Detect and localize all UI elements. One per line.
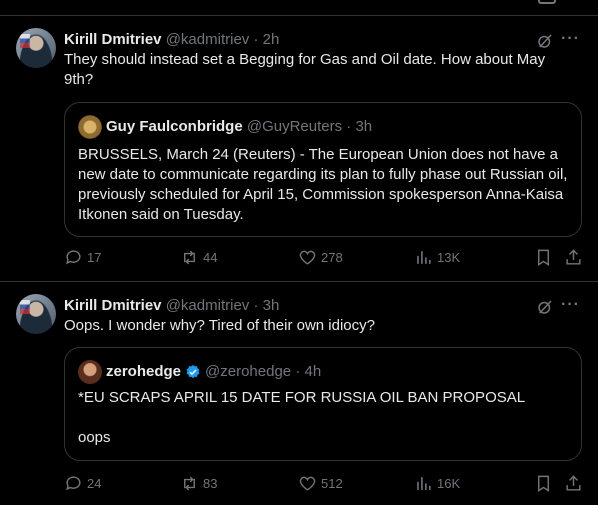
author-name[interactable]: Kirill Dmitriev xyxy=(64,31,162,48)
verified-badge-icon xyxy=(186,365,200,379)
like-count: 512 xyxy=(321,476,343,491)
reply-button[interactable]: 24 xyxy=(64,474,101,493)
quoted-tweet-text: BRUSSELS, March 24 (Reuters) - The Europ… xyxy=(78,146,568,223)
author-handle[interactable]: @kadmitriev xyxy=(166,31,250,48)
separator-dot: · xyxy=(253,297,259,314)
more-options-button[interactable]: ··· xyxy=(561,30,580,48)
repost-count: 44 xyxy=(203,250,218,265)
bookmark-icon xyxy=(538,249,549,266)
reply-button[interactable]: 17 xyxy=(64,248,101,267)
flag-icon xyxy=(20,34,30,48)
like-count: 278 xyxy=(321,250,343,265)
quoted-tweet-header: zerohedge @zerohedge · 4h xyxy=(78,360,321,384)
share-button[interactable] xyxy=(564,474,587,493)
heart-icon xyxy=(299,476,316,491)
share-icon xyxy=(566,475,581,491)
repost-icon xyxy=(184,476,195,491)
author-name[interactable]: Kirill Dmitriev xyxy=(64,297,162,314)
grok-icon[interactable] xyxy=(536,32,554,50)
quoted-tweet[interactable]: Guy Faulconbridge @GuyReuters · 3h BRUSS… xyxy=(64,102,582,237)
grok-icon[interactable] xyxy=(536,298,554,316)
author-handle[interactable]: @kadmitriev xyxy=(166,297,250,314)
views-count: 16K xyxy=(437,476,461,491)
quoted-timestamp: 3h xyxy=(355,118,373,135)
bookmark-icon xyxy=(538,475,549,492)
tweet-actions: 24 83 512 16K xyxy=(64,474,584,494)
repost-button[interactable]: 83 xyxy=(180,474,217,493)
tweet[interactable]: Kirill Dmitriev @kadmitriev · 2h ··· The… xyxy=(0,16,598,282)
tweet-text: They should instead set a Begging for Ga… xyxy=(64,51,546,88)
avatar[interactable] xyxy=(16,28,56,68)
flag-icon xyxy=(20,300,30,314)
views-button[interactable]: 16K xyxy=(414,474,460,493)
quoted-author-handle: @GuyReuters xyxy=(246,118,343,135)
repost-button[interactable]: 44 xyxy=(180,248,217,267)
avatar[interactable] xyxy=(16,294,56,334)
quoted-avatar xyxy=(78,115,102,139)
share-icon-partial[interactable] xyxy=(538,0,556,4)
quoted-tweet-text: *EU SCRAPS APRIL 15 DATE FOR RUSSIA OIL … xyxy=(78,389,526,446)
reply-count: 17 xyxy=(87,250,102,265)
timestamp[interactable]: 2h xyxy=(263,31,280,48)
reply-icon xyxy=(66,250,81,265)
bookmark-button[interactable] xyxy=(534,474,557,493)
tweet-header: Kirill Dmitriev @kadmitriev · 3h xyxy=(64,296,279,316)
quoted-timestamp: 4h xyxy=(304,363,322,380)
quoted-tweet[interactable]: zerohedge @zerohedge · 4h *EU SCRAPS APR… xyxy=(64,347,582,461)
bar-chart-icon xyxy=(417,251,431,264)
tweet[interactable]: Kirill Dmitriev @kadmitriev · 3h ··· Oop… xyxy=(0,282,598,505)
repost-icon xyxy=(184,250,195,265)
more-options-button[interactable]: ··· xyxy=(561,296,580,314)
quoted-author-handle: @zerohedge xyxy=(205,363,292,380)
tweet-actions: 17 44 278 13K xyxy=(64,248,584,268)
share-button[interactable] xyxy=(564,248,587,267)
views-button[interactable]: 13K xyxy=(414,248,460,267)
share-icon xyxy=(566,249,581,265)
separator-dot: · xyxy=(253,31,259,48)
views-count: 13K xyxy=(437,250,461,265)
like-button[interactable]: 278 xyxy=(298,248,343,267)
quoted-author-name: Guy Faulconbridge xyxy=(106,118,243,135)
heart-icon xyxy=(299,250,316,265)
like-button[interactable]: 512 xyxy=(298,474,343,493)
bookmark-button[interactable] xyxy=(534,248,557,267)
quoted-author-name: zerohedge xyxy=(106,363,182,380)
reply-icon xyxy=(66,476,81,491)
quoted-avatar xyxy=(78,360,102,384)
quoted-tweet-header: Guy Faulconbridge @GuyReuters · 3h xyxy=(78,115,372,139)
bar-chart-icon xyxy=(417,477,431,490)
previous-tweet-edge xyxy=(0,0,598,16)
tweet-header: Kirill Dmitriev @kadmitriev · 2h xyxy=(64,30,279,50)
timestamp[interactable]: 3h xyxy=(263,297,280,314)
reply-count: 24 xyxy=(87,476,102,491)
tweet-text: Oops. I wonder why? Tired of their own i… xyxy=(64,317,375,334)
repost-count: 83 xyxy=(203,476,218,491)
